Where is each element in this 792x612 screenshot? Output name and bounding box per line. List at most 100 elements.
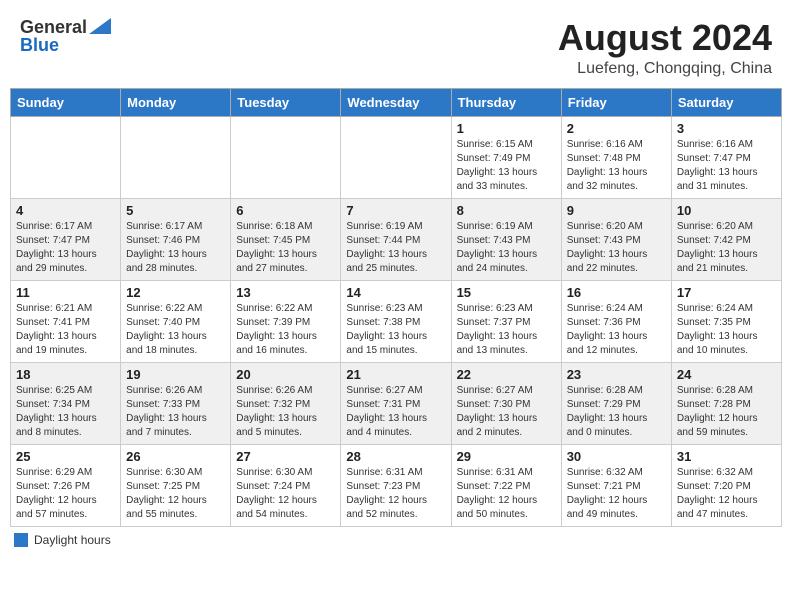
- day-info: Sunrise: 6:23 AM Sunset: 7:37 PM Dayligh…: [457, 302, 556, 358]
- week-row-5: 25 Sunrise: 6:29 AM Sunset: 7:26 PM Dayli…: [11, 444, 782, 526]
- calendar-header-sunday: Sunday: [11, 88, 121, 116]
- calendar: SundayMondayTuesdayWednesdayThursdayFrid…: [10, 88, 782, 527]
- logo-blue: Blue: [20, 36, 59, 54]
- day-info: Sunrise: 6:23 AM Sunset: 7:38 PM Dayligh…: [346, 302, 445, 358]
- day-info: Sunrise: 6:19 AM Sunset: 7:43 PM Dayligh…: [457, 220, 556, 276]
- calendar-header-saturday: Saturday: [671, 88, 781, 116]
- calendar-header-friday: Friday: [561, 88, 671, 116]
- day-number: 26: [126, 449, 225, 464]
- day-info: Sunrise: 6:15 AM Sunset: 7:49 PM Dayligh…: [457, 138, 556, 194]
- day-info: Sunrise: 6:20 AM Sunset: 7:43 PM Dayligh…: [567, 220, 666, 276]
- day-number: 27: [236, 449, 335, 464]
- week-row-3: 11Sunrise: 6:21 AM Sunset: 7:41 PM Dayli…: [11, 280, 782, 362]
- calendar-cell: 19 Sunrise: 6:26 AM Sunset: 7:33 PM Dayli…: [121, 362, 231, 444]
- calendar-cell: 26 Sunrise: 6:30 AM Sunset: 7:25 PM Dayli…: [121, 444, 231, 526]
- day-number: 3: [677, 121, 776, 136]
- day-number: 24: [677, 367, 776, 382]
- day-info: Sunrise: 6:26 AM Sunset: 7:32 PM Dayligh…: [236, 384, 335, 440]
- calendar-cell: 5Sunrise: 6:17 AM Sunset: 7:46 PM Daylig…: [121, 198, 231, 280]
- calendar-cell: 14 Sunrise: 6:23 AM Sunset: 7:38 PM Dayli…: [341, 280, 451, 362]
- day-number: 22: [457, 367, 556, 382]
- week-row-1: 1 Sunrise: 6:15 AM Sunset: 7:49 PM Daylig…: [11, 116, 782, 198]
- calendar-cell: 2Sunrise: 6:16 AM Sunset: 7:48 PM Daylig…: [561, 116, 671, 198]
- calendar-cell: 8 Sunrise: 6:19 AM Sunset: 7:43 PM Daylig…: [451, 198, 561, 280]
- calendar-cell: 7 Sunrise: 6:19 AM Sunset: 7:44 PM Daylig…: [341, 198, 451, 280]
- legend-label: Daylight hours: [34, 533, 111, 547]
- day-info: Sunrise: 6:29 AM Sunset: 7:26 PM Dayligh…: [16, 466, 115, 522]
- day-info: Sunrise: 6:24 AM Sunset: 7:35 PM Dayligh…: [677, 302, 776, 358]
- day-info: Sunrise: 6:30 AM Sunset: 7:24 PM Dayligh…: [236, 466, 335, 522]
- day-number: 14: [346, 285, 445, 300]
- day-number: 20: [236, 367, 335, 382]
- calendar-cell: 30 Sunrise: 6:32 AM Sunset: 7:21 PM Dayli…: [561, 444, 671, 526]
- day-number: 21: [346, 367, 445, 382]
- day-number: 13: [236, 285, 335, 300]
- calendar-cell: 13 Sunrise: 6:22 AM Sunset: 7:39 PM Dayli…: [231, 280, 341, 362]
- day-info: Sunrise: 6:17 AM Sunset: 7:47 PM Dayligh…: [16, 220, 115, 276]
- week-row-4: 18Sunrise: 6:25 AM Sunset: 7:34 PM Dayli…: [11, 362, 782, 444]
- week-row-2: 4 Sunrise: 6:17 AM Sunset: 7:47 PM Daylig…: [11, 198, 782, 280]
- logo-general: General: [20, 18, 87, 36]
- calendar-cell: 4 Sunrise: 6:17 AM Sunset: 7:47 PM Daylig…: [11, 198, 121, 280]
- calendar-cell: 18Sunrise: 6:25 AM Sunset: 7:34 PM Dayli…: [11, 362, 121, 444]
- day-info: Sunrise: 6:30 AM Sunset: 7:25 PM Dayligh…: [126, 466, 225, 522]
- calendar-cell: 1 Sunrise: 6:15 AM Sunset: 7:49 PM Daylig…: [451, 116, 561, 198]
- day-number: 19: [126, 367, 225, 382]
- title-area: August 2024 Luefeng, Chongqing, China: [558, 18, 772, 78]
- month-title: August 2024: [558, 18, 772, 58]
- day-number: 16: [567, 285, 666, 300]
- day-number: 29: [457, 449, 556, 464]
- day-info: Sunrise: 6:19 AM Sunset: 7:44 PM Dayligh…: [346, 220, 445, 276]
- day-number: 8: [457, 203, 556, 218]
- calendar-header-wednesday: Wednesday: [341, 88, 451, 116]
- header: General Blue August 2024 Luefeng, Chongq…: [10, 10, 782, 82]
- day-number: 4: [16, 203, 115, 218]
- calendar-cell: 21 Sunrise: 6:27 AM Sunset: 7:31 PM Dayli…: [341, 362, 451, 444]
- day-info: Sunrise: 6:16 AM Sunset: 7:47 PM Dayligh…: [677, 138, 776, 194]
- day-number: 7: [346, 203, 445, 218]
- legend: Daylight hours: [10, 533, 782, 547]
- day-info: Sunrise: 6:27 AM Sunset: 7:31 PM Dayligh…: [346, 384, 445, 440]
- calendar-cell: 15 Sunrise: 6:23 AM Sunset: 7:37 PM Dayli…: [451, 280, 561, 362]
- day-number: 5: [126, 203, 225, 218]
- day-info: Sunrise: 6:31 AM Sunset: 7:22 PM Dayligh…: [457, 466, 556, 522]
- day-info: Sunrise: 6:32 AM Sunset: 7:21 PM Dayligh…: [567, 466, 666, 522]
- calendar-header-thursday: Thursday: [451, 88, 561, 116]
- calendar-cell: 25 Sunrise: 6:29 AM Sunset: 7:26 PM Dayli…: [11, 444, 121, 526]
- day-info: Sunrise: 6:22 AM Sunset: 7:40 PM Dayligh…: [126, 302, 225, 358]
- day-info: Sunrise: 6:28 AM Sunset: 7:28 PM Dayligh…: [677, 384, 776, 440]
- day-number: 25: [16, 449, 115, 464]
- calendar-cell: 3 Sunrise: 6:16 AM Sunset: 7:47 PM Daylig…: [671, 116, 781, 198]
- day-number: 2: [567, 121, 666, 136]
- day-info: Sunrise: 6:26 AM Sunset: 7:33 PM Dayligh…: [126, 384, 225, 440]
- calendar-header-monday: Monday: [121, 88, 231, 116]
- day-number: 11: [16, 285, 115, 300]
- legend-box: [14, 533, 28, 547]
- calendar-header-tuesday: Tuesday: [231, 88, 341, 116]
- day-number: 10: [677, 203, 776, 218]
- day-number: 15: [457, 285, 556, 300]
- calendar-cell: 27 Sunrise: 6:30 AM Sunset: 7:24 PM Dayli…: [231, 444, 341, 526]
- calendar-cell: [231, 116, 341, 198]
- calendar-cell: [11, 116, 121, 198]
- day-number: 9: [567, 203, 666, 218]
- day-number: 31: [677, 449, 776, 464]
- day-number: 23: [567, 367, 666, 382]
- day-info: Sunrise: 6:24 AM Sunset: 7:36 PM Dayligh…: [567, 302, 666, 358]
- logo: General Blue: [20, 18, 111, 54]
- logo-icon: [89, 18, 111, 34]
- day-info: Sunrise: 6:25 AM Sunset: 7:34 PM Dayligh…: [16, 384, 115, 440]
- calendar-cell: 29 Sunrise: 6:31 AM Sunset: 7:22 PM Dayli…: [451, 444, 561, 526]
- day-info: Sunrise: 6:32 AM Sunset: 7:20 PM Dayligh…: [677, 466, 776, 522]
- day-number: 30: [567, 449, 666, 464]
- calendar-cell: 28Sunrise: 6:31 AM Sunset: 7:23 PM Dayli…: [341, 444, 451, 526]
- day-info: Sunrise: 6:31 AM Sunset: 7:23 PM Dayligh…: [346, 466, 445, 522]
- day-info: Sunrise: 6:20 AM Sunset: 7:42 PM Dayligh…: [677, 220, 776, 276]
- day-number: 6: [236, 203, 335, 218]
- calendar-cell: 9 Sunrise: 6:20 AM Sunset: 7:43 PM Daylig…: [561, 198, 671, 280]
- calendar-cell: 20 Sunrise: 6:26 AM Sunset: 7:32 PM Dayli…: [231, 362, 341, 444]
- calendar-cell: [341, 116, 451, 198]
- day-number: 1: [457, 121, 556, 136]
- location-title: Luefeng, Chongqing, China: [558, 60, 772, 78]
- day-info: Sunrise: 6:22 AM Sunset: 7:39 PM Dayligh…: [236, 302, 335, 358]
